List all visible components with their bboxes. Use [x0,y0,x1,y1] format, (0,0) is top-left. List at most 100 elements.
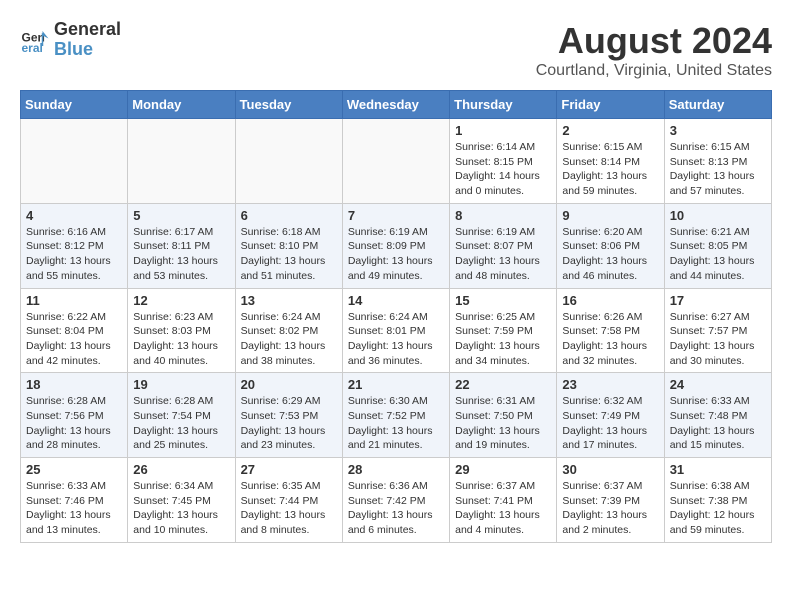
day-number: 20 [241,377,337,392]
day-number: 9 [562,208,658,223]
header-sunday: Sunday [21,91,128,119]
day-info: Sunrise: 6:22 AM Sunset: 8:04 PM Dayligh… [26,310,122,369]
calendar-cell: 29 Sunrise: 6:37 AM Sunset: 7:41 PM Dayli… [450,458,557,543]
calendar-cell [128,119,235,204]
day-info: Sunrise: 6:29 AM Sunset: 7:53 PM Dayligh… [241,394,337,453]
header-wednesday: Wednesday [342,91,449,119]
header-saturday: Saturday [664,91,771,119]
day-info: Sunrise: 6:28 AM Sunset: 7:56 PM Dayligh… [26,394,122,453]
day-number: 19 [133,377,229,392]
day-info: Sunrise: 6:19 AM Sunset: 8:07 PM Dayligh… [455,225,551,284]
day-info: Sunrise: 6:27 AM Sunset: 7:57 PM Dayligh… [670,310,766,369]
title-block: August 2024 Courtland, Virginia, United … [536,20,772,80]
calendar-cell: 12 Sunrise: 6:23 AM Sunset: 8:03 PM Dayli… [128,288,235,373]
day-number: 28 [348,462,444,477]
day-number: 30 [562,462,658,477]
day-number: 17 [670,293,766,308]
day-number: 24 [670,377,766,392]
calendar-cell: 2 Sunrise: 6:15 AM Sunset: 8:14 PM Daylig… [557,119,664,204]
calendar-cell: 30 Sunrise: 6:37 AM Sunset: 7:39 PM Dayli… [557,458,664,543]
day-info: Sunrise: 6:31 AM Sunset: 7:50 PM Dayligh… [455,394,551,453]
day-info: Sunrise: 6:30 AM Sunset: 7:52 PM Dayligh… [348,394,444,453]
day-number: 18 [26,377,122,392]
day-number: 4 [26,208,122,223]
calendar-cell [21,119,128,204]
calendar-week-row: 1 Sunrise: 6:14 AM Sunset: 8:15 PM Daylig… [21,119,772,204]
day-number: 6 [241,208,337,223]
day-number: 13 [241,293,337,308]
calendar-cell: 31Sunrise: 6:38 AM Sunset: 7:38 PM Dayli… [664,458,771,543]
day-info: Sunrise: 6:17 AM Sunset: 8:11 PM Dayligh… [133,225,229,284]
day-number: 12 [133,293,229,308]
day-number: 15 [455,293,551,308]
day-info: Sunrise: 6:14 AM Sunset: 8:15 PM Dayligh… [455,140,551,199]
day-info: Sunrise: 6:35 AM Sunset: 7:44 PM Dayligh… [241,479,337,538]
main-title: August 2024 [536,20,772,62]
calendar-cell: 1 Sunrise: 6:14 AM Sunset: 8:15 PM Daylig… [450,119,557,204]
day-info: Sunrise: 6:37 AM Sunset: 7:41 PM Dayligh… [455,479,551,538]
day-number: 27 [241,462,337,477]
day-info: Sunrise: 6:15 AM Sunset: 8:13 PM Dayligh… [670,140,766,199]
day-number: 8 [455,208,551,223]
header-monday: Monday [128,91,235,119]
day-number: 25 [26,462,122,477]
logo-text: General Blue [54,20,121,60]
day-info: Sunrise: 6:37 AM Sunset: 7:39 PM Dayligh… [562,479,658,538]
day-number: 3 [670,123,766,138]
calendar-week-row: 25 Sunrise: 6:33 AM Sunset: 7:46 PM Dayli… [21,458,772,543]
calendar-cell: 7Sunrise: 6:19 AM Sunset: 8:09 PM Daylig… [342,203,449,288]
calendar-cell: 18 Sunrise: 6:28 AM Sunset: 7:56 PM Dayli… [21,373,128,458]
day-info: Sunrise: 6:18 AM Sunset: 8:10 PM Dayligh… [241,225,337,284]
calendar-cell: 23 Sunrise: 6:32 AM Sunset: 7:49 PM Dayli… [557,373,664,458]
calendar-cell: 9 Sunrise: 6:20 AM Sunset: 8:06 PM Daylig… [557,203,664,288]
day-info: Sunrise: 6:26 AM Sunset: 7:58 PM Dayligh… [562,310,658,369]
calendar-cell: 13 Sunrise: 6:24 AM Sunset: 8:02 PM Dayli… [235,288,342,373]
calendar-cell: 6 Sunrise: 6:18 AM Sunset: 8:10 PM Daylig… [235,203,342,288]
day-info: Sunrise: 6:20 AM Sunset: 8:06 PM Dayligh… [562,225,658,284]
calendar-cell [342,119,449,204]
logo: Gen eral General Blue [20,20,121,60]
calendar-cell: 3 Sunrise: 6:15 AM Sunset: 8:13 PM Daylig… [664,119,771,204]
header-thursday: Thursday [450,91,557,119]
day-info: Sunrise: 6:16 AM Sunset: 8:12 PM Dayligh… [26,225,122,284]
day-info: Sunrise: 6:24 AM Sunset: 8:01 PM Dayligh… [348,310,444,369]
day-info: Sunrise: 6:19 AM Sunset: 8:09 PM Dayligh… [348,225,444,284]
calendar-cell: 21 Sunrise: 6:30 AM Sunset: 7:52 PM Dayli… [342,373,449,458]
day-info: Sunrise: 6:15 AM Sunset: 8:14 PM Dayligh… [562,140,658,199]
calendar-cell: 17 Sunrise: 6:27 AM Sunset: 7:57 PM Dayli… [664,288,771,373]
calendar-cell: 8 Sunrise: 6:19 AM Sunset: 8:07 PM Daylig… [450,203,557,288]
calendar-week-row: 4 Sunrise: 6:16 AM Sunset: 8:12 PM Daylig… [21,203,772,288]
calendar-cell: 10Sunrise: 6:21 AM Sunset: 8:05 PM Dayli… [664,203,771,288]
day-info: Sunrise: 6:21 AM Sunset: 8:05 PM Dayligh… [670,225,766,284]
day-info: Sunrise: 6:38 AM Sunset: 7:38 PM Dayligh… [670,479,766,538]
day-number: 23 [562,377,658,392]
day-info: Sunrise: 6:33 AM Sunset: 7:48 PM Dayligh… [670,394,766,453]
day-info: Sunrise: 6:33 AM Sunset: 7:46 PM Dayligh… [26,479,122,538]
day-info: Sunrise: 6:34 AM Sunset: 7:45 PM Dayligh… [133,479,229,538]
header-friday: Friday [557,91,664,119]
day-info: Sunrise: 6:32 AM Sunset: 7:49 PM Dayligh… [562,394,658,453]
day-number: 2 [562,123,658,138]
day-number: 29 [455,462,551,477]
day-info: Sunrise: 6:28 AM Sunset: 7:54 PM Dayligh… [133,394,229,453]
day-number: 11 [26,293,122,308]
day-number: 22 [455,377,551,392]
day-number: 1 [455,123,551,138]
calendar-cell: 15Sunrise: 6:25 AM Sunset: 7:59 PM Dayli… [450,288,557,373]
day-info: Sunrise: 6:36 AM Sunset: 7:42 PM Dayligh… [348,479,444,538]
calendar-cell: 5 Sunrise: 6:17 AM Sunset: 8:11 PM Daylig… [128,203,235,288]
calendar-cell: 27 Sunrise: 6:35 AM Sunset: 7:44 PM Dayli… [235,458,342,543]
day-number: 21 [348,377,444,392]
calendar-cell: 24 Sunrise: 6:33 AM Sunset: 7:48 PM Dayli… [664,373,771,458]
day-info: Sunrise: 6:24 AM Sunset: 8:02 PM Dayligh… [241,310,337,369]
page-header: Gen eral General Blue August 2024 Courtl… [20,20,772,80]
calendar-cell [235,119,342,204]
calendar-week-row: 18 Sunrise: 6:28 AM Sunset: 7:56 PM Dayli… [21,373,772,458]
calendar-table: SundayMondayTuesdayWednesdayThursdayFrid… [20,90,772,543]
day-number: 5 [133,208,229,223]
header-tuesday: Tuesday [235,91,342,119]
svg-text:eral: eral [22,41,43,55]
calendar-cell: 4 Sunrise: 6:16 AM Sunset: 8:12 PM Daylig… [21,203,128,288]
day-number: 16 [562,293,658,308]
day-info: Sunrise: 6:23 AM Sunset: 8:03 PM Dayligh… [133,310,229,369]
